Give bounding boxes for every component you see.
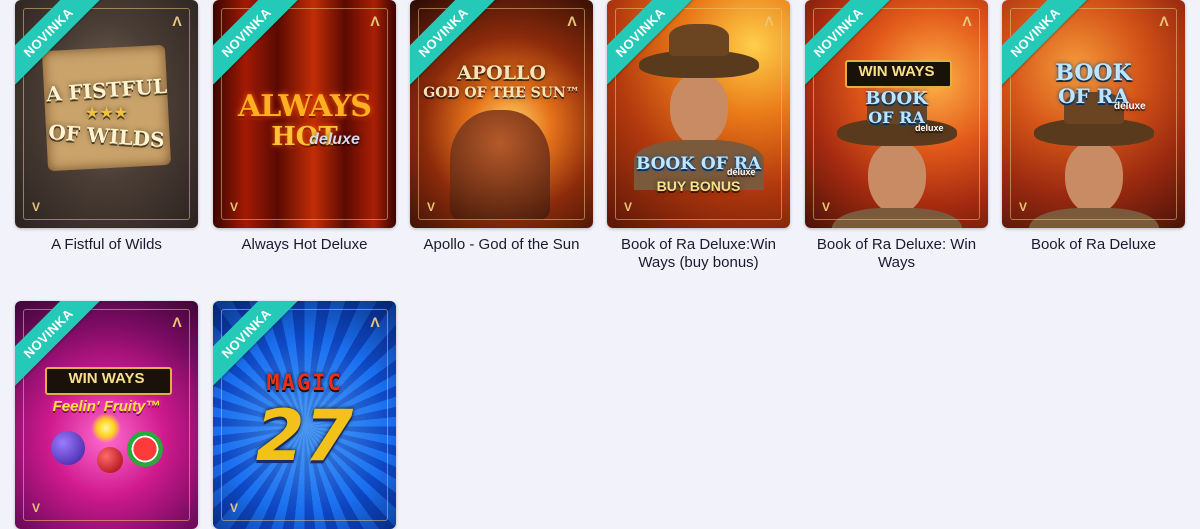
provider-logo-icon: V <box>229 501 238 515</box>
game-logo-line-1: WIN WAYS <box>68 370 145 387</box>
provider-logo-icon: V <box>426 200 435 214</box>
provider-logo-icon: V <box>31 200 40 214</box>
game-title[interactable]: Book of Ra Deluxe <box>1002 236 1185 254</box>
game-logo-line-3: deluxe <box>1114 101 1146 112</box>
game-logo-line-2: OF WILDS <box>47 119 166 153</box>
game-title[interactable]: A Fistful of Wilds <box>15 236 198 254</box>
game-card-always-hot-deluxe[interactable]: ALWAYS HOT deluxe NOVINKA Λ V Always Hot… <box>213 0 396 254</box>
game-thumbnail[interactable]: WIN WAYS Feelin' Fruity™ NOVINKA Λ V <box>15 301 198 529</box>
game-logo-line-2: 27 <box>255 395 354 477</box>
provider-logo-icon: V <box>623 200 632 214</box>
game-card-fistful-of-wilds[interactable]: A FISTFUL ★★★ OF WILDS NOVINKA Λ V A Fis… <box>15 0 198 254</box>
game-logo-line-4: deluxe <box>915 123 944 133</box>
game-card-win-ways-feelin-fruity[interactable]: WIN WAYS Feelin' Fruity™ NOVINKA Λ V <box>15 301 198 529</box>
provider-logo-icon: Λ <box>1159 13 1169 29</box>
game-thumbnail[interactable]: A FISTFUL ★★★ OF WILDS NOVINKA Λ V <box>15 0 198 228</box>
apollo-figure-art <box>450 110 550 220</box>
game-logo-line-1: ALWAYS <box>238 89 372 124</box>
game-card-magic-27[interactable]: MAGIC 27 NOVINKA Λ V <box>213 301 396 529</box>
game-logo-line-1: MAGIC <box>266 371 343 396</box>
game-grid: A FISTFUL ★★★ OF WILDS NOVINKA Λ V A Fis… <box>0 0 1200 529</box>
provider-logo-icon: V <box>229 200 238 214</box>
game-card-book-of-ra-deluxe[interactable]: BOOK OF RA deluxe NOVINKA Λ V Book of Ra… <box>1002 0 1185 254</box>
game-logo-line-2: Feelin' Fruity™ <box>52 398 161 415</box>
star-burst-icon <box>91 413 121 443</box>
provider-logo-icon: Λ <box>567 13 577 29</box>
new-ribbon: NOVINKA <box>213 0 302 88</box>
watermelon-icon <box>127 431 163 467</box>
game-logo-line-1: APOLLO <box>457 62 546 84</box>
game-title[interactable]: Apollo - God of the Sun <box>410 236 593 254</box>
game-logo-line-3: OF RA <box>868 108 925 127</box>
game-thumbnail[interactable]: WIN WAYS BOOK OF RA deluxe NOVINKA Λ V <box>805 0 988 228</box>
provider-logo-icon: V <box>1018 200 1027 214</box>
game-logo-line-1: BOOK <box>1055 60 1132 86</box>
game-logo-line-3: deluxe <box>309 131 360 148</box>
game-logo-line-2: GOD OF THE SUN™ <box>423 85 580 101</box>
explorer-figure-art <box>1028 92 1159 228</box>
game-logo-line-1: WIN WAYS <box>858 63 935 80</box>
game-logo-stars: ★★★ <box>84 105 129 122</box>
game-title[interactable]: Book of Ra Deluxe: Win Ways <box>805 236 988 272</box>
game-logo-line-2: BOOK <box>865 88 928 109</box>
provider-logo-icon: Λ <box>172 314 182 330</box>
game-logo-line-1: BOOK OF RA <box>635 154 762 174</box>
game-title[interactable]: Always Hot Deluxe <box>213 236 396 254</box>
provider-logo-icon: V <box>821 200 830 214</box>
game-thumbnail[interactable]: BOOK OF RA deluxe NOVINKA Λ V <box>1002 0 1185 228</box>
game-card-apollo-god-of-the-sun[interactable]: APOLLO GOD OF THE SUN™ NOVINKA Λ V Apoll… <box>410 0 593 254</box>
provider-logo-icon: V <box>31 501 40 515</box>
game-card-book-of-ra-win-ways-buy-bonus[interactable]: BOOK OF RA deluxe BUY BONUS NOVINKA Λ V … <box>607 0 790 272</box>
cherry-icon <box>97 447 123 473</box>
plum-icon <box>51 431 85 465</box>
game-thumbnail[interactable]: MAGIC 27 NOVINKA Λ V <box>213 301 396 529</box>
game-logo-line-2: deluxe <box>727 167 756 177</box>
provider-logo-icon: Λ <box>962 13 972 29</box>
provider-logo-icon: Λ <box>172 13 182 29</box>
game-thumbnail[interactable]: APOLLO GOD OF THE SUN™ NOVINKA Λ V <box>410 0 593 228</box>
game-logo-line-2: OF RA <box>1058 84 1129 108</box>
provider-logo-icon: Λ <box>764 13 774 29</box>
game-thumbnail[interactable]: ALWAYS HOT deluxe NOVINKA Λ V <box>213 0 396 228</box>
explorer-figure-art <box>831 92 962 228</box>
provider-logo-icon: Λ <box>370 314 380 330</box>
game-thumbnail[interactable]: BOOK OF RA deluxe BUY BONUS NOVINKA Λ V <box>607 0 790 228</box>
provider-logo-icon: Λ <box>370 13 380 29</box>
game-logo-line-3: BUY BONUS <box>656 178 741 194</box>
game-card-book-of-ra-win-ways[interactable]: WIN WAYS BOOK OF RA deluxe NOVINKA Λ V B… <box>805 0 988 272</box>
game-title[interactable]: Book of Ra Deluxe:Win Ways (buy bonus) <box>607 236 790 272</box>
